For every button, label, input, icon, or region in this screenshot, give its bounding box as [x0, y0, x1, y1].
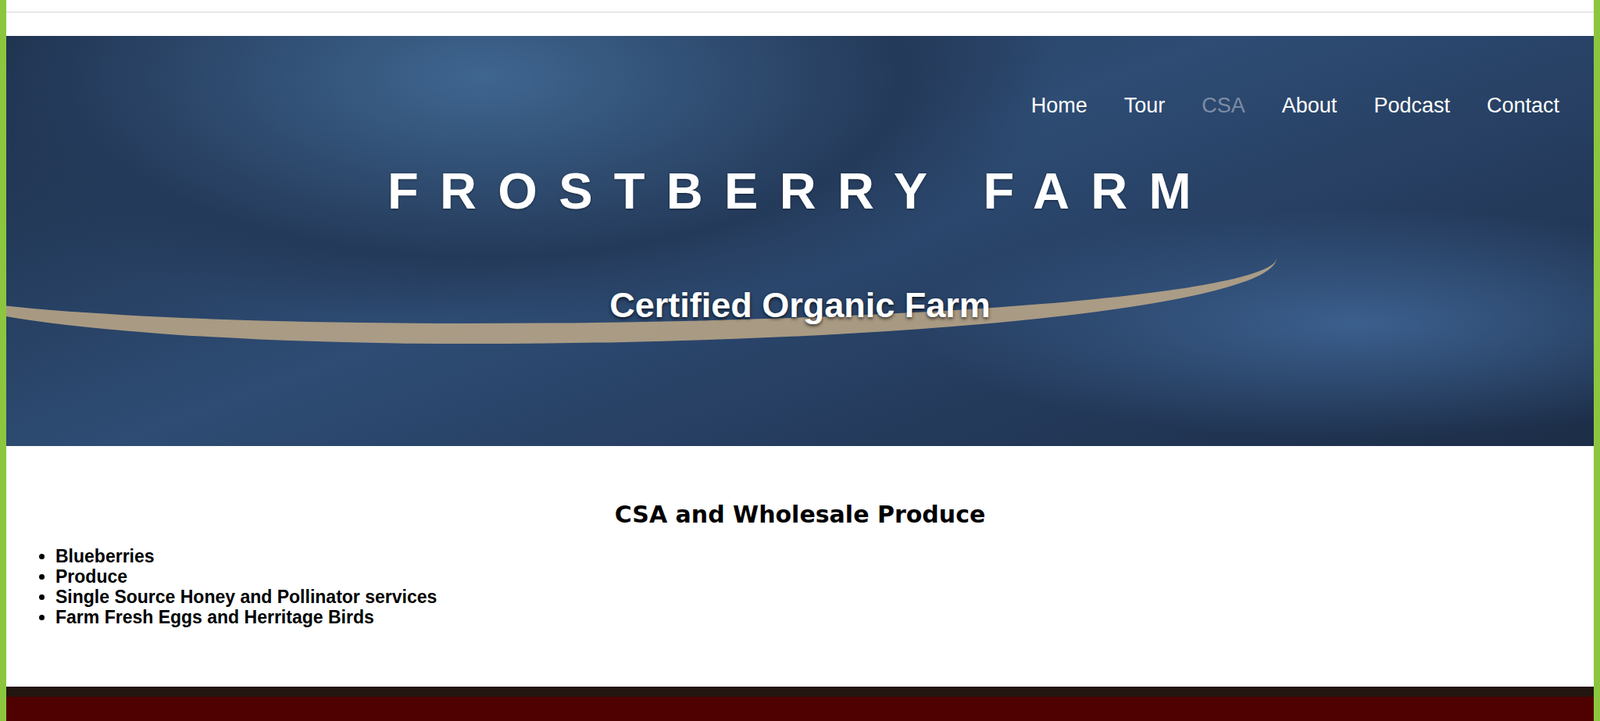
produce-item: Farm Fresh Eggs and Herritage Birds	[55, 607, 1594, 628]
nav-link[interactable]: Podcast	[1373, 92, 1450, 119]
nav-link[interactable]: Tour	[1124, 92, 1166, 119]
section-heading: CSA and Wholesale Produce	[6, 499, 1594, 531]
hero-banner: Home Tour CSA About Podcast Contact FROSTBERR…	[6, 35, 1594, 447]
produce-item: Produce	[55, 566, 1594, 587]
footer	[6, 686, 1594, 721]
main-nav: Home Tour CSA About Podcast Contact	[6, 35, 1594, 119]
produce-list: BlueberriesProduceSingle Source Honey an…	[6, 546, 1594, 628]
nav-link[interactable]: CSA	[1201, 92, 1246, 119]
top-bar	[6, 0, 1594, 36]
site-subtitle: Certified Organic Farm	[609, 283, 991, 328]
nav-link[interactable]: About	[1282, 92, 1338, 119]
hero-photo	[6, 35, 1594, 447]
nav-link[interactable]: Contact	[1486, 92, 1560, 119]
page: Home Tour CSA About Podcast Contact FROSTBERR…	[0, 0, 1600, 721]
footer-strip	[6, 686, 1594, 697]
content: CSA and Wholesale Produce BlueberriesPro…	[6, 446, 1594, 687]
produce-item: Blueberries	[55, 546, 1594, 567]
produce-item: Single Source Honey and Pollinator servi…	[55, 586, 1594, 608]
nav-link[interactable]: Home	[1031, 92, 1088, 119]
site-title: FROSTBERRY FARM	[387, 161, 1213, 222]
